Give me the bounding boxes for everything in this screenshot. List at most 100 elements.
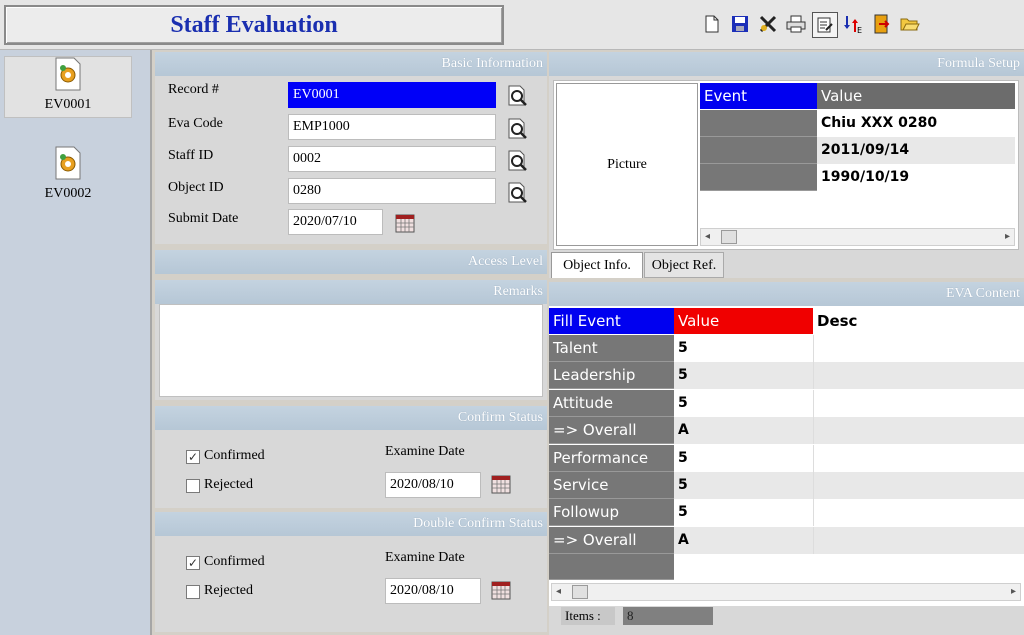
- eva-row-desc[interactable]: [813, 389, 1024, 417]
- eva-row-value[interactable]: A: [674, 417, 813, 445]
- eva-row-event[interactable]: Talent: [549, 335, 674, 362]
- remarks-heading: Remarks: [155, 280, 547, 304]
- lookup-icon[interactable]: [507, 85, 529, 107]
- top-bar: Staff Evaluation E: [0, 0, 1024, 50]
- examine-date-field[interactable]: 2020/08/10: [385, 472, 481, 498]
- eva-code-field[interactable]: EMP1000: [288, 114, 496, 140]
- scroll-right-icon[interactable]: ▸: [1005, 229, 1010, 245]
- formula-row-value[interactable]: 1990/10/19: [817, 164, 1015, 191]
- object-id-field[interactable]: 0280: [288, 178, 496, 204]
- double-examine-date-field[interactable]: 2020/08/10: [385, 578, 481, 604]
- record-item-ev0001[interactable]: EV0001: [4, 56, 132, 118]
- eva-row-value[interactable]: A: [674, 526, 813, 554]
- formula-col-value[interactable]: Value: [817, 83, 1015, 109]
- formula-row-event[interactable]: [700, 110, 817, 137]
- double-rejected-label: Rejected: [204, 583, 253, 598]
- staff-id-label: Staff ID: [168, 148, 214, 163]
- formula-setup-heading: Formula Setup: [549, 52, 1024, 76]
- eva-row-desc[interactable]: [813, 362, 1024, 390]
- rejected-checkbox[interactable]: [186, 479, 200, 493]
- title-box: Staff Evaluation: [4, 5, 504, 45]
- eva-col-desc[interactable]: Desc: [813, 308, 1024, 334]
- formula-setup-panel: Formula Setup Picture Event Value Chiu X…: [549, 52, 1024, 278]
- eva-row-desc[interactable]: [813, 417, 1024, 445]
- eva-row-event[interactable]: => Overall: [549, 526, 674, 554]
- eva-col-fill-event[interactable]: Fill Event: [549, 308, 674, 334]
- edit-icon[interactable]: [812, 12, 838, 38]
- double-confirmed-checkbox[interactable]: ✓: [186, 556, 200, 570]
- eva-row-value[interactable]: 5: [674, 444, 813, 472]
- confirm-status-heading: Confirm Status: [155, 406, 547, 430]
- record-label: EV0001: [44, 97, 92, 112]
- formula-row-event[interactable]: [700, 164, 817, 191]
- eva-row-event[interactable]: Service: [549, 472, 674, 499]
- formula-horizontal-scrollbar[interactable]: ◂ ▸: [700, 228, 1015, 246]
- scroll-right-icon[interactable]: ▸: [1011, 584, 1016, 600]
- items-count: 8: [623, 607, 713, 625]
- scroll-left-icon[interactable]: ◂: [556, 584, 561, 600]
- scroll-left-icon[interactable]: ◂: [705, 229, 710, 245]
- record-number-label: Record #: [168, 82, 219, 97]
- staff-id-field[interactable]: 0002: [288, 146, 496, 172]
- lookup-icon[interactable]: [507, 182, 529, 204]
- tab-object-ref[interactable]: Object Ref.: [644, 252, 724, 278]
- object-id-label: Object ID: [168, 180, 224, 195]
- eva-row-value[interactable]: 5: [674, 362, 813, 390]
- eva-content-panel: EVA Content Fill Event Value Desc Talent…: [549, 282, 1024, 635]
- confirmed-label: Confirmed: [204, 448, 265, 463]
- svg-text:E: E: [857, 26, 862, 35]
- record-item-ev0002[interactable]: EV0002: [4, 144, 132, 206]
- eva-row-event[interactable]: Followup: [549, 499, 674, 527]
- eva-row-desc[interactable]: [813, 472, 1024, 499]
- record-number-field[interactable]: EV0001: [288, 82, 496, 108]
- new-document-icon[interactable]: [700, 12, 724, 36]
- record-list: EV0001 EV0002: [0, 50, 152, 635]
- eva-row-event[interactable]: => Overall: [549, 417, 674, 445]
- eva-row-event[interactable]: Performance: [549, 444, 674, 472]
- lookup-icon[interactable]: [507, 150, 529, 172]
- calendar-icon[interactable]: [491, 580, 511, 600]
- confirmed-checkbox[interactable]: ✓: [186, 450, 200, 464]
- access-level-panel[interactable]: Access Level: [155, 250, 547, 274]
- tab-object-info[interactable]: Object Info.: [551, 252, 643, 278]
- lookup-icon[interactable]: [507, 118, 529, 140]
- double-examine-date-label: Examine Date: [385, 550, 465, 565]
- calendar-icon[interactable]: [395, 213, 415, 233]
- scroll-thumb[interactable]: [721, 230, 737, 244]
- exit-icon[interactable]: [870, 12, 894, 36]
- eva-row-value[interactable]: 5: [674, 389, 813, 417]
- eva-row-desc[interactable]: [813, 444, 1024, 472]
- eva-row-desc[interactable]: [813, 499, 1024, 527]
- eva-row-value[interactable]: 5: [674, 335, 813, 362]
- formula-row-value[interactable]: Chiu XXX 0280: [817, 110, 1015, 137]
- rejected-label: Rejected: [204, 477, 253, 492]
- scroll-thumb[interactable]: [572, 585, 588, 599]
- remarks-textarea[interactable]: [159, 304, 543, 397]
- open-folder-icon[interactable]: [898, 12, 922, 36]
- delete-icon[interactable]: [756, 12, 780, 36]
- double-rejected-checkbox[interactable]: [186, 585, 200, 599]
- save-icon[interactable]: [728, 12, 752, 36]
- formula-col-event[interactable]: Event: [700, 83, 817, 109]
- calendar-icon[interactable]: [491, 474, 511, 494]
- eva-row-event[interactable]: Leadership: [549, 362, 674, 390]
- eva-row-event[interactable]: Attitude: [549, 389, 674, 417]
- eva-horizontal-scrollbar[interactable]: ◂ ▸: [551, 583, 1021, 601]
- print-icon[interactable]: [784, 12, 808, 36]
- formula-row-value[interactable]: 2011/09/14: [817, 137, 1015, 164]
- eva-empty-row: [549, 554, 674, 580]
- submit-date-field[interactable]: 2020/07/10: [288, 209, 383, 235]
- remarks-panel: Remarks: [155, 280, 547, 400]
- basic-info-panel: Basic Information Record # EV0001 Eva Co…: [155, 52, 547, 244]
- examine-date-label: Examine Date: [385, 444, 465, 459]
- eva-row-value[interactable]: 5: [674, 499, 813, 527]
- transfer-icon[interactable]: E: [842, 12, 866, 36]
- record-gear-icon: [55, 57, 81, 91]
- formula-row-event[interactable]: [700, 137, 817, 164]
- picture-box[interactable]: Picture: [556, 83, 698, 246]
- eva-row-value[interactable]: 5: [674, 472, 813, 499]
- eva-col-value[interactable]: Value: [674, 308, 813, 334]
- eva-row-desc[interactable]: [813, 335, 1024, 362]
- record-label: EV0002: [44, 186, 92, 201]
- eva-row-desc[interactable]: [813, 526, 1024, 554]
